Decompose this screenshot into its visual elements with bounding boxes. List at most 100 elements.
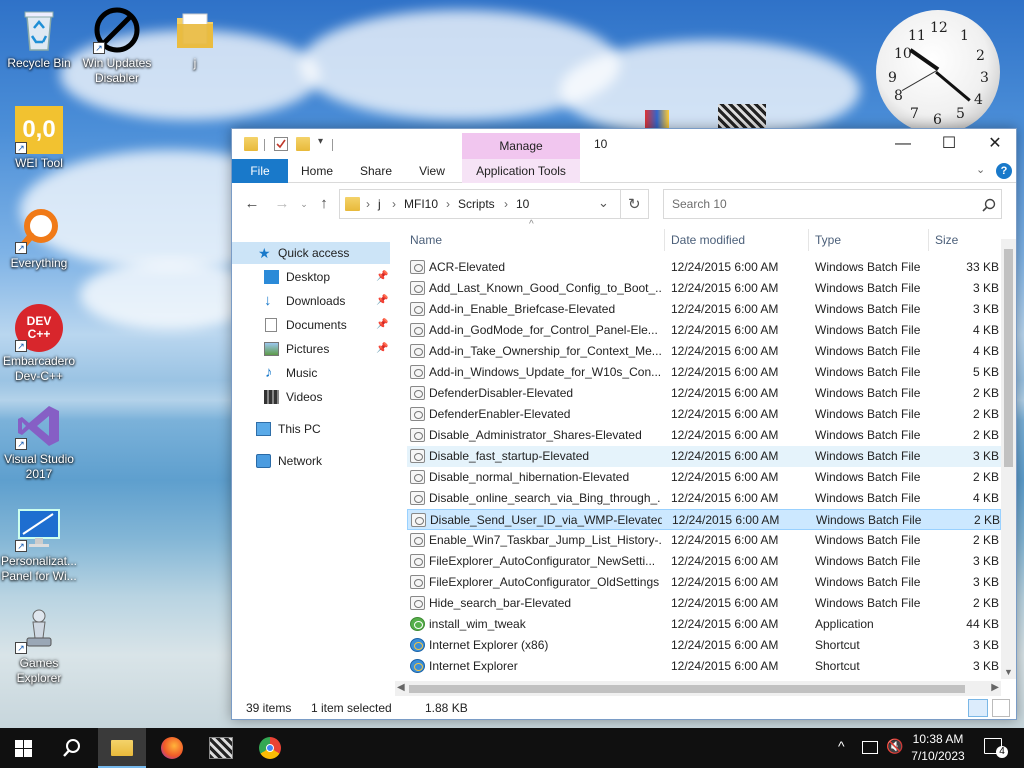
file-row[interactable]: Add-in_Enable_Briefcase-Elevated 12/24/20… <box>407 299 1001 320</box>
pin-icon[interactable]: 📌 <box>376 266 388 288</box>
column-header-type[interactable]: Type <box>815 225 925 255</box>
recent-locations-chevron-icon[interactable]: ⌄ <box>294 194 314 214</box>
file-row[interactable]: FileExplorer_AutoConfigurator_OldSetting… <box>407 572 1001 593</box>
scroll-right-arrow-icon[interactable]: ▶ <box>991 682 999 693</box>
column-header-name[interactable]: Name <box>410 225 660 255</box>
file-row[interactable]: DefenderDisabler-Elevated 12/24/2015 6:00… <box>407 383 1001 404</box>
file-row[interactable]: FileExplorer_AutoConfigurator_NewSetti..… <box>407 551 1001 572</box>
details-view-icon[interactable] <box>968 699 988 717</box>
tab-application-tools[interactable]: Application Tools <box>462 159 580 183</box>
taskbar-firefox[interactable] <box>148 728 196 768</box>
search-box[interactable]: Search 10 <box>663 189 1002 219</box>
breadcrumb-item[interactable]: MFI10 <box>404 197 438 211</box>
file-row[interactable]: Internet Explorer 12/24/2015 6:00 AM Short… <box>407 656 1001 677</box>
nav-item-desktop[interactable]: Desktop 📌 <box>232 266 390 288</box>
file-row[interactable]: Disable_normal_hibernation-Elevated 12/24… <box>407 467 1001 488</box>
back-arrow-icon[interactable]: ← <box>242 194 262 214</box>
maximize-button[interactable]: ☐ <box>926 129 972 159</box>
taskbar-chrome[interactable] <box>246 728 294 768</box>
desktop-icon-wei-tool[interactable]: 0,0 ↗ WEI Tool <box>0 106 78 171</box>
up-arrow-icon[interactable]: ↑ <box>314 194 334 214</box>
column-header-size[interactable]: Size <box>935 225 995 255</box>
nav-item-pictures[interactable]: Pictures 📌 <box>232 338 390 360</box>
tray-date[interactable]: 7/10/2023 <box>908 749 968 763</box>
column-divider[interactable] <box>928 229 929 251</box>
file-row[interactable]: Enable_Win7_Taskbar_Jump_List_History-..… <box>407 530 1001 551</box>
breadcrumb-separator[interactable]: › <box>392 197 396 211</box>
desktop-icon-everything[interactable]: ↗ Everything <box>0 206 78 271</box>
new-folder-icon[interactable] <box>296 137 310 151</box>
file-row[interactable]: Internet Explorer (x86) 12/24/2015 6:00 A… <box>407 635 1001 656</box>
desktop-icon-personalization-panel[interactable]: ↗ Personalizat... Panel for Wi... <box>0 504 78 584</box>
close-button[interactable]: ✕ <box>972 129 1018 159</box>
file-row[interactable]: Disable_fast_startup-Elevated 12/24/2015 … <box>407 446 1001 467</box>
pin-icon[interactable]: 📌 <box>376 290 388 312</box>
scrollbar-thumb[interactable] <box>1004 249 1013 467</box>
breadcrumb-item[interactable]: j <box>378 197 381 211</box>
desktop-icon-games-explorer[interactable]: ↗ Games Explorer <box>0 606 78 686</box>
file-row[interactable]: Hide_search_bar-Elevated 12/24/2015 6:00 … <box>407 593 1001 614</box>
pin-icon[interactable]: 📌 <box>376 338 388 360</box>
tab-home[interactable]: Home <box>294 159 340 183</box>
file-row[interactable]: DefenderEnabler-Elevated 12/24/2015 6:00 … <box>407 404 1001 425</box>
breadcrumb-item[interactable]: 10 <box>516 197 529 211</box>
file-row[interactable]: Disable_Send_User_ID_via_WMP-Elevated 12/… <box>407 509 1001 530</box>
nav-item-documents[interactable]: Documents 📌 <box>232 314 390 336</box>
vertical-scrollbar[interactable]: ▼ <box>1001 239 1016 679</box>
volume-muted-icon[interactable]: 🔇 <box>886 738 903 755</box>
breadcrumb-separator[interactable]: › <box>366 197 370 211</box>
scroll-left-arrow-icon[interactable]: ◀ <box>397 682 405 693</box>
tab-share[interactable]: Share <box>352 159 400 183</box>
address-history-chevron-icon[interactable]: ⌄ <box>598 195 609 211</box>
clock-gadget[interactable]: 12 1 2 3 4 5 6 7 8 9 10 11 <box>876 10 1000 134</box>
desktop-icon-recycle-bin[interactable]: Recycle Bin <box>0 6 78 71</box>
nav-item-downloads[interactable]: ↓ Downloads 📌 <box>232 290 390 312</box>
breadcrumb-item[interactable]: Scripts <box>458 197 495 211</box>
nav-item-videos[interactable]: Videos <box>232 386 390 408</box>
large-icons-view-icon[interactable] <box>992 699 1010 717</box>
chevron-down-icon[interactable]: ▾ <box>318 136 323 147</box>
taskbar-file-explorer[interactable] <box>98 728 146 768</box>
tray-time[interactable]: 10:38 AM <box>908 732 968 746</box>
desktop-icon-folder-j[interactable]: j <box>156 6 234 71</box>
network-status-icon[interactable] <box>862 741 878 754</box>
properties-icon[interactable] <box>274 137 288 151</box>
scroll-down-arrow-icon[interactable]: ▼ <box>1004 667 1013 677</box>
breadcrumb-separator[interactable]: › <box>504 197 508 211</box>
column-divider[interactable] <box>664 229 665 251</box>
tab-view[interactable]: View <box>410 159 454 183</box>
file-row[interactable]: Add-in_Windows_Update_for_W10s_Con... 12/… <box>407 362 1001 383</box>
nav-item-music[interactable]: ♪ Music <box>232 362 390 384</box>
pin-icon[interactable]: 📌 <box>376 314 388 336</box>
expand-ribbon-chevron-icon[interactable]: ⌄ <box>976 163 985 176</box>
horizontal-scrollbar[interactable]: ◀ ▶ <box>395 681 1001 696</box>
refresh-icon[interactable]: ↻ <box>628 195 641 213</box>
desktop-icon-win-updates-disabler[interactable]: ↗ Win Updates Disabler <box>78 6 156 86</box>
column-divider[interactable] <box>808 229 809 251</box>
tab-file[interactable]: File <box>232 159 288 183</box>
file-row[interactable]: Disable_online_search_via_Bing_through_.… <box>407 488 1001 509</box>
minimize-button[interactable]: — <box>880 129 926 159</box>
help-icon[interactable]: ? <box>996 163 1012 179</box>
search-icon[interactable] <box>982 198 996 212</box>
desktop-icon-dev-cpp[interactable]: DEV C++ ↗ Embarcadero Dev-C++ <box>0 304 78 384</box>
nav-item-this-pc[interactable]: This PC <box>232 418 390 440</box>
start-button[interactable] <box>0 728 48 768</box>
file-row[interactable]: Disable_Administrator_Shares-Elevated 12/… <box>407 425 1001 446</box>
forward-arrow-icon[interactable]: → <box>272 194 292 214</box>
manage-contextual-tab[interactable]: Manage <box>462 133 580 159</box>
title-bar[interactable]: ▾ Manage 10 — ☐ ✕ <box>232 129 1016 159</box>
file-row[interactable]: Add-in_Take_Ownership_for_Context_Me... 1… <box>407 341 1001 362</box>
address-bar[interactable]: › j › MFI10 › Scripts › 10 ⌄ ↻ <box>339 189 649 219</box>
nav-item-quick-access[interactable]: ★ Quick access <box>232 242 390 264</box>
file-row[interactable]: Add-in_GodMode_for_Control_Panel-Ele... 1… <box>407 320 1001 341</box>
column-header-date-modified[interactable]: Date modified <box>671 225 806 255</box>
scrollbar-thumb[interactable] <box>409 685 965 693</box>
search-button[interactable] <box>48 728 96 768</box>
file-row[interactable]: install_wim_tweak 12/24/2015 6:00 AM Appli… <box>407 614 1001 635</box>
breadcrumb-separator[interactable]: › <box>446 197 450 211</box>
file-row[interactable]: Add_Last_Known_Good_Config_to_Boot_... 12… <box>407 278 1001 299</box>
show-hidden-icons-chevron-icon[interactable]: ^ <box>838 738 845 754</box>
desktop-icon-visual-studio[interactable]: ↗ Visual Studio 2017 <box>0 402 78 482</box>
taskbar-app[interactable] <box>197 728 245 768</box>
